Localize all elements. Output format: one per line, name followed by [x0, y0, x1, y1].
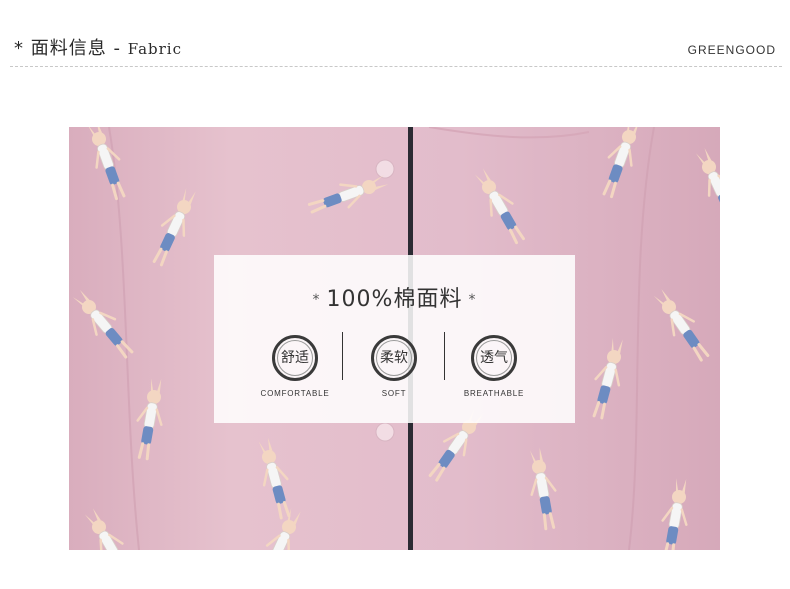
feature-en-label: COMFORTABLE [260, 389, 330, 398]
feature-en-label: SOFT [381, 389, 407, 398]
headline-star-left: * [312, 292, 321, 308]
title-en: Fabric [127, 40, 183, 58]
feature-cn-label: 柔软 [380, 350, 408, 366]
title-separator: - [113, 38, 121, 59]
feature-en-label: BREATHABLE [463, 389, 525, 398]
title-prefix: * [14, 38, 24, 59]
section-title: * 面料信息 - Fabric [14, 34, 182, 60]
feature-soft: 柔软 SOFT [349, 335, 439, 398]
feature-cn-label: 透气 [480, 350, 508, 366]
feature-badge-icon: 舒适 [272, 335, 318, 381]
dashed-divider [10, 66, 782, 67]
headline-star-right: * [468, 292, 477, 308]
section-header: * 面料信息 - Fabric GREENGOOD [0, 0, 790, 68]
title-cn: 面料信息 [30, 38, 107, 59]
feature-divider [342, 332, 343, 380]
feature-badge-icon: 透气 [471, 335, 517, 381]
feature-breathable: 透气 BREATHABLE [449, 335, 539, 398]
brand-name: GREENGOOD [687, 43, 776, 57]
feature-divider [444, 332, 445, 380]
feature-badge-icon: 柔软 [371, 335, 417, 381]
feature-comfortable: 舒适 COMFORTABLE [250, 335, 340, 398]
feature-cn-label: 舒适 [281, 350, 309, 366]
fabric-headline: * 100%棉面料 * [214, 281, 575, 313]
headline-text: 100%棉面料 [326, 287, 463, 312]
fabric-info-panel: * 100%棉面料 * 舒适 COMFORTABLE 柔软 SOFT 透气 BREA… [214, 255, 575, 423]
